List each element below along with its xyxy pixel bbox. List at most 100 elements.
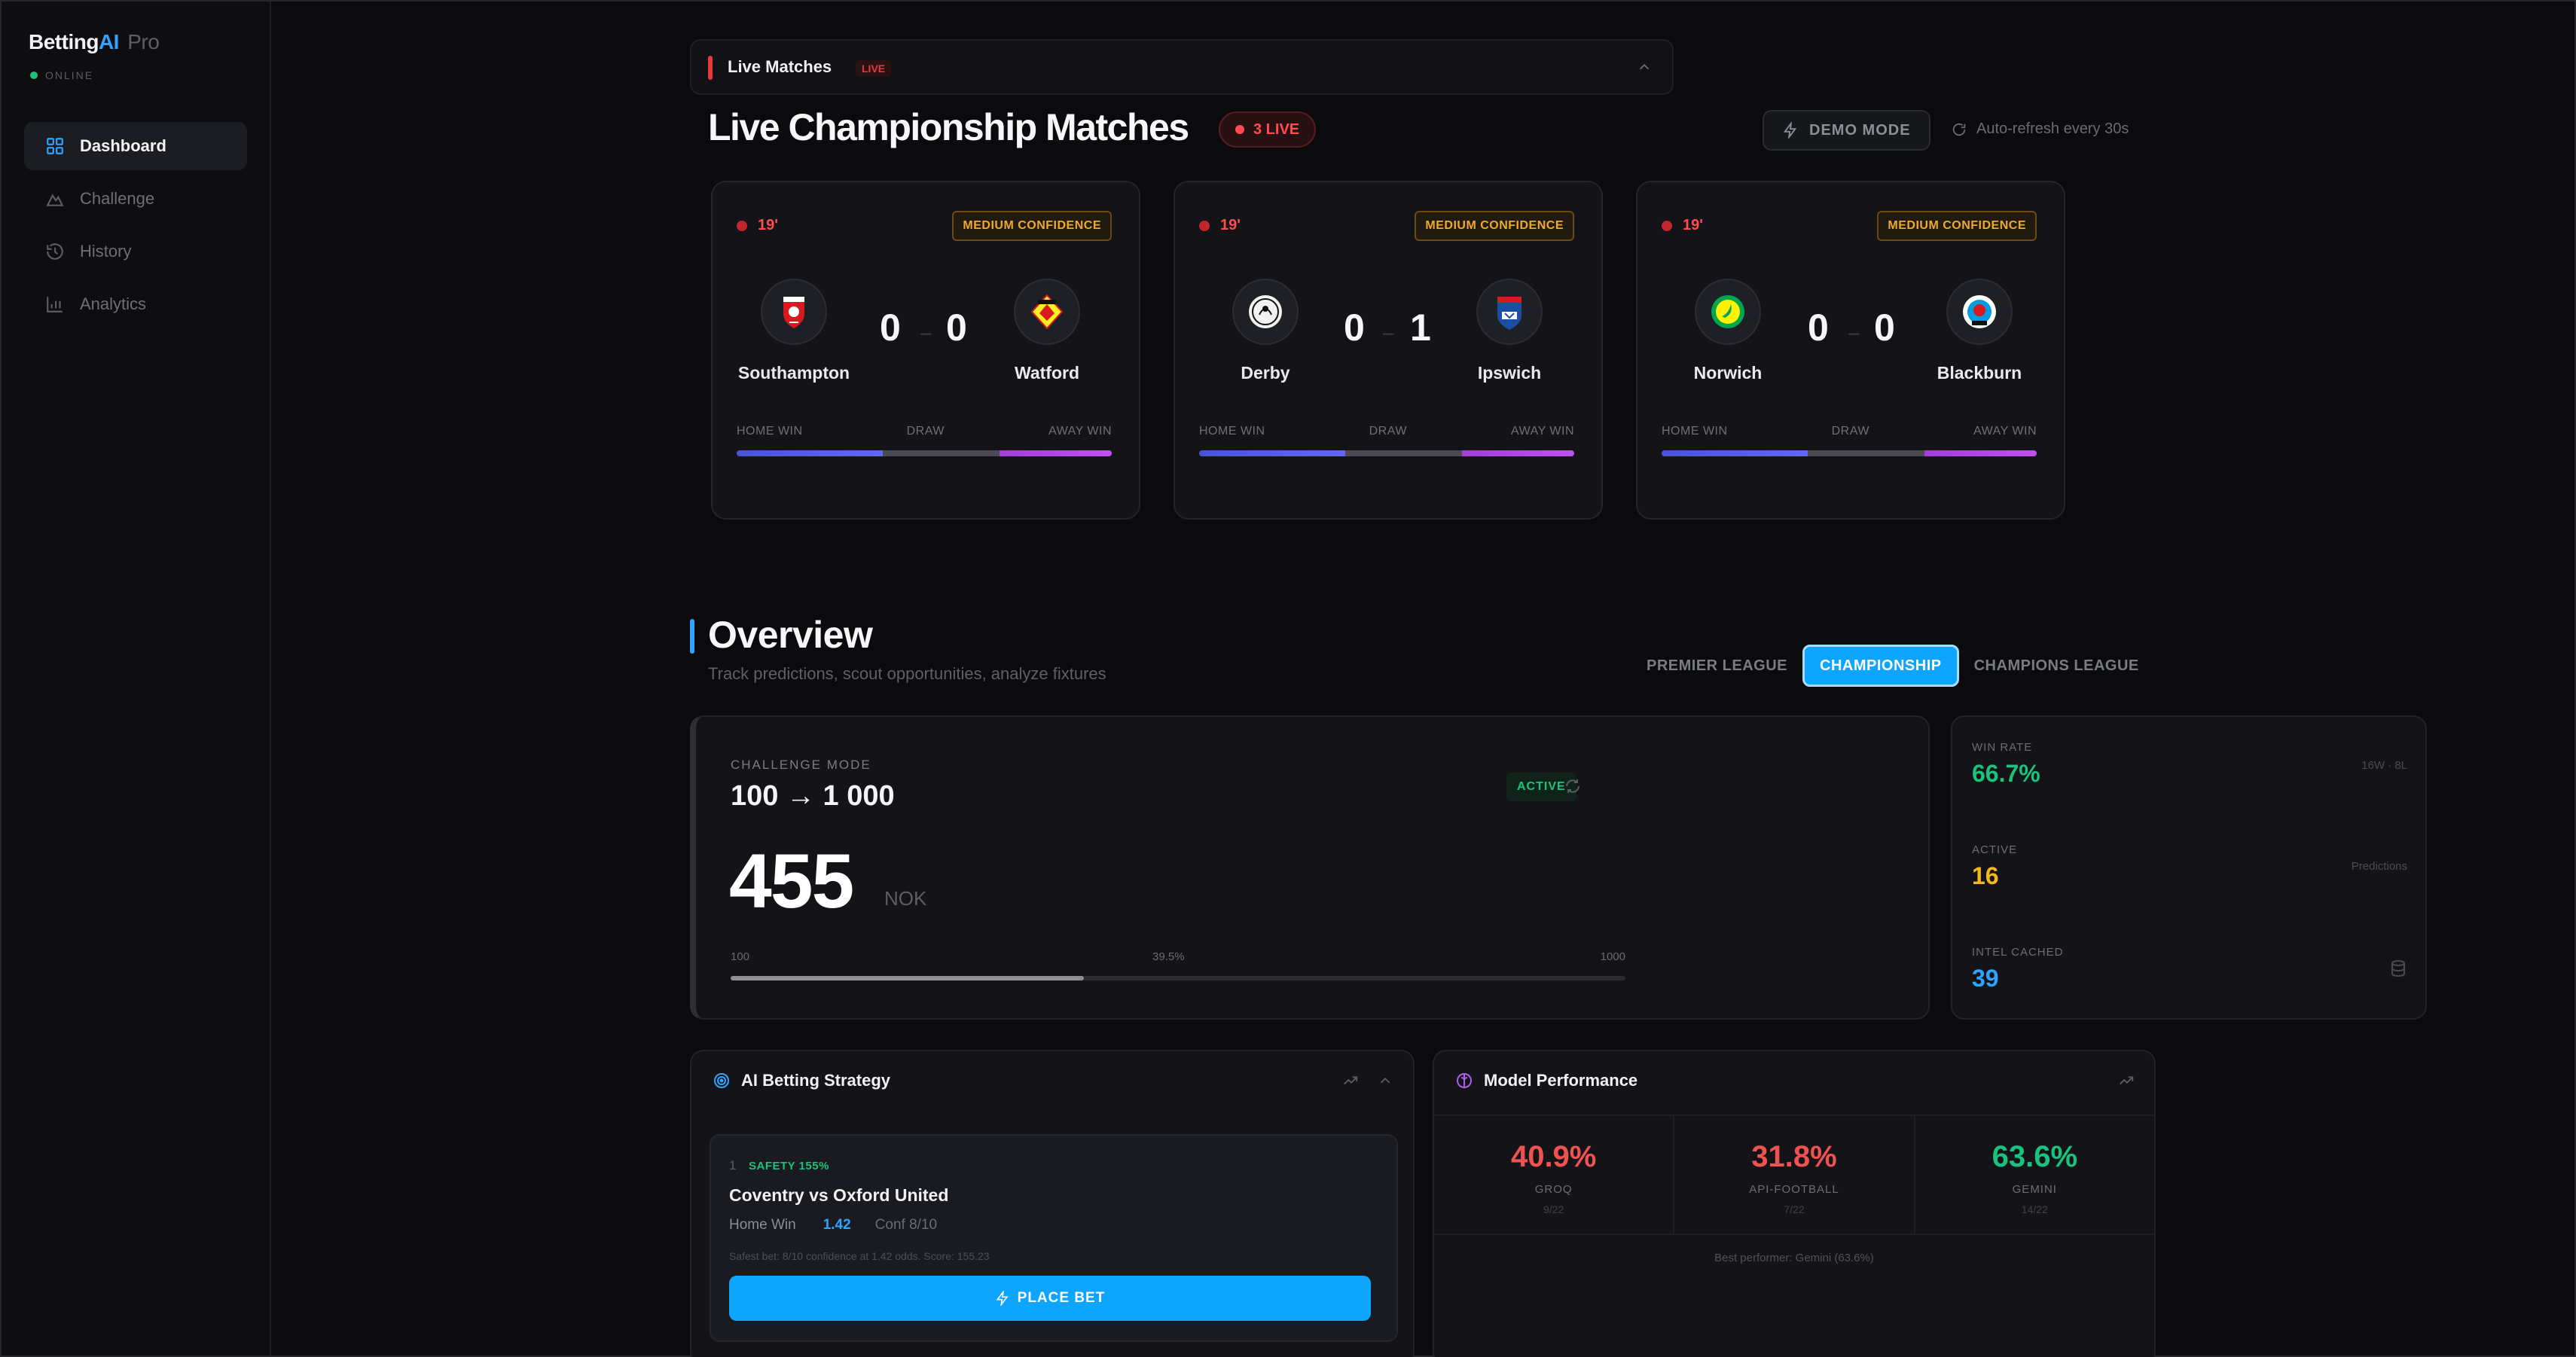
confidence-badge: MEDIUM CONFIDENCE — [1415, 211, 1574, 241]
minute-label: 19' — [1220, 217, 1241, 233]
place-bet-label: PLACE BET — [1017, 1290, 1106, 1306]
model-stat-api-football: 31.8% API-FOOTBALL 7/22 — [1674, 1116, 1915, 1233]
tab-champions-league[interactable]: CHAMPIONS LEAGUE — [1959, 645, 2154, 687]
brand-main: Betting — [29, 30, 99, 53]
active-label: ACTIVE — [1972, 843, 2018, 856]
panel-title: Live Matches — [728, 57, 832, 76]
sidebar-item-label: Challenge — [80, 189, 155, 208]
sidebar-item-label: Dashboard — [80, 136, 166, 155]
demo-mode-label: DEMO MODE — [1809, 121, 1911, 139]
place-bet-button[interactable]: PLACE BET — [729, 1276, 1371, 1321]
target-icon — [714, 1073, 729, 1088]
brain-icon — [1457, 1073, 1472, 1088]
away-win-segment — [1924, 450, 2037, 456]
minute-label: 19' — [1683, 217, 1704, 233]
confidence-badge: MEDIUM CONFIDENCE — [952, 211, 1112, 241]
live-dot-icon — [1199, 220, 1210, 231]
win-rate-label: WIN RATE — [1972, 741, 2033, 754]
model-name: GROQ — [1534, 1183, 1573, 1196]
overview-accent — [690, 619, 694, 654]
score-separator: – — [1848, 321, 1860, 343]
home-win-segment — [1199, 450, 1346, 456]
intel-cached-value: 39 — [1972, 965, 1999, 992]
away-win-segment — [999, 450, 1112, 456]
sync-icon[interactable] — [1564, 777, 1582, 795]
away-score: 0 — [946, 306, 967, 349]
brand-logo[interactable]: BettingAI Pro — [29, 30, 160, 54]
home-score: 0 — [1344, 306, 1365, 349]
sidebar-item-dashboard[interactable]: Dashboard — [24, 122, 247, 170]
stats-card: WIN RATE 66.7% 16W · 8L ACTIVE 16 Predic… — [1951, 715, 2427, 1020]
match-card[interactable]: 19' MEDIUM CONFIDENCE Derby Ipswich 0 – … — [1174, 181, 1603, 520]
away-crest-icon — [1014, 279, 1080, 345]
mountain-icon — [46, 194, 64, 206]
sidebar: BettingAI Pro ONLINE Dashboard Challenge… — [2, 2, 271, 1355]
home-win-label: HOME WIN — [737, 425, 803, 438]
sidebar-item-analytics[interactable]: Analytics — [24, 280, 247, 328]
trend-icon[interactable] — [1342, 1072, 1359, 1089]
home-win-segment — [737, 450, 884, 456]
probability-labels: HOME WIN DRAW AWAY WIN — [1662, 425, 2037, 438]
connection-status: ONLINE — [30, 69, 93, 81]
away-win-segment — [1461, 450, 1574, 456]
minute-label: 19' — [758, 217, 779, 233]
sidebar-item-label: Analytics — [80, 294, 147, 313]
live-heading: Live Championship Matches — [708, 106, 1189, 148]
active-stat: ACTIVE 16 — [1972, 843, 2017, 890]
away-team-name: Watford — [1014, 363, 1079, 383]
draw-label: DRAW — [1831, 425, 1869, 438]
home-team-name: Norwich — [1693, 363, 1763, 383]
match-card[interactable]: 19' MEDIUM CONFIDENCE Norwich Blackburn … — [1636, 181, 2065, 520]
demo-mode-button[interactable]: DEMO MODE — [1763, 110, 1930, 151]
live-dot-icon — [1662, 220, 1672, 231]
model-score: 7/22 — [1784, 1203, 1805, 1215]
tab-premier-league[interactable]: PREMIER LEAGUE — [1631, 645, 1802, 687]
intel-cached-label: INTEL CACHED — [1972, 946, 2064, 959]
chevron-up-icon[interactable] — [1377, 1072, 1393, 1089]
win-rate-value: 66.7% — [1972, 760, 2040, 787]
score-separator: – — [1383, 321, 1394, 343]
strategy-tip: 1 SAFETY 155% Coventry vs Oxford United … — [710, 1134, 1398, 1342]
overview-subtitle: Track predictions, scout opportunities, … — [708, 664, 1106, 683]
tab-championship[interactable]: CHAMPIONSHIP — [1802, 645, 1959, 687]
away-win-label: AWAY WIN — [1511, 425, 1574, 438]
probability-labels: HOME WIN DRAW AWAY WIN — [1199, 425, 1574, 438]
brand-ai: AI — [98, 30, 120, 53]
chevron-up-icon[interactable] — [1636, 59, 1653, 75]
challenge-balance: 455 — [729, 838, 854, 924]
performance-title: Model Performance — [1484, 1071, 1638, 1090]
draw-segment — [883, 450, 1000, 456]
trend-icon[interactable] — [2118, 1072, 2135, 1089]
bolt-icon — [996, 1291, 1009, 1306]
best-performer-note: Best performer: Gemini (63.6%) — [1714, 1252, 1874, 1264]
away-score: 0 — [1874, 306, 1895, 349]
sidebar-nav: Dashboard Challenge History Analytics — [24, 122, 247, 333]
away-team-name: Ipswich — [1477, 363, 1542, 383]
strategy-header: AI Betting Strategy — [713, 1071, 890, 1090]
live-tag: LIVE — [856, 60, 892, 77]
draw-label: DRAW — [1369, 425, 1407, 438]
overview-title: Overview — [708, 614, 873, 656]
performance-header: Model Performance — [1455, 1071, 1637, 1090]
challenge-progress-bar — [731, 976, 1625, 980]
live-matches-panel-header[interactable]: Live Matches LIVE — [690, 39, 1674, 95]
draw-segment — [1345, 450, 1462, 456]
challenge-progress-fill — [731, 976, 1085, 980]
model-score: 9/22 — [1543, 1203, 1564, 1215]
live-count-label: 3 LIVE — [1253, 120, 1300, 138]
live-dot-icon — [737, 220, 747, 231]
sidebar-item-label: History — [80, 242, 132, 261]
away-win-label: AWAY WIN — [1048, 425, 1112, 438]
model-percent: 40.9% — [1510, 1140, 1597, 1173]
win-loss-record: 16W · 8L — [2361, 759, 2407, 772]
intel-cached-stat: INTEL CACHED 39 — [1972, 946, 2063, 993]
draw-label: DRAW — [906, 425, 945, 438]
away-score: 1 — [1410, 306, 1431, 349]
match-card[interactable]: 19' MEDIUM CONFIDENCE Southampton Watfor… — [711, 181, 1140, 520]
sidebar-item-history[interactable]: History — [24, 227, 247, 276]
model-name: API-FOOTBALL — [1749, 1183, 1839, 1196]
live-count-badge: 3 LIVE — [1219, 111, 1317, 148]
sidebar-item-challenge[interactable]: Challenge — [24, 175, 247, 223]
tip-match: Coventry vs Oxford United — [729, 1185, 949, 1205]
probability-bar — [737, 450, 1112, 456]
